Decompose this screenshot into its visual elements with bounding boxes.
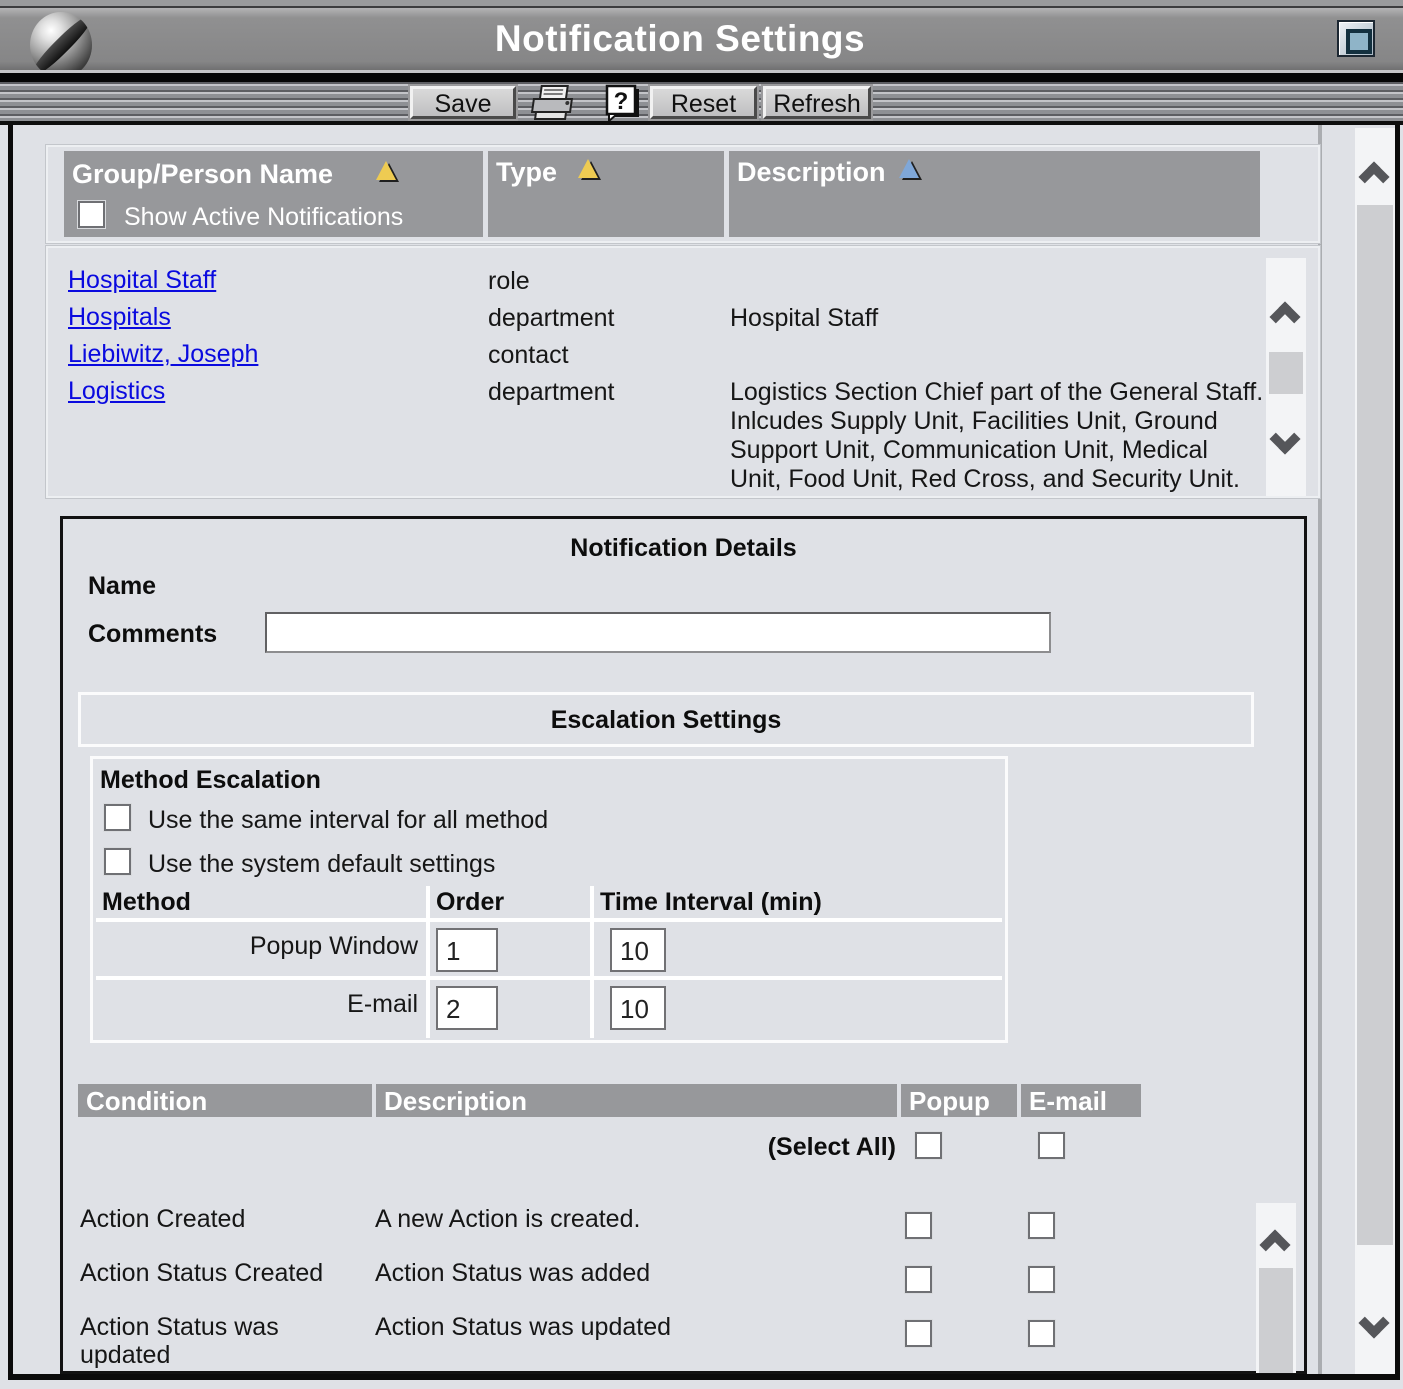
order-input[interactable] bbox=[436, 986, 498, 1030]
group-description: Hospital Staff bbox=[730, 304, 878, 333]
name-label: Name bbox=[88, 572, 156, 601]
method-name: Popup Window bbox=[250, 932, 418, 961]
scrollbar-thumb[interactable] bbox=[1269, 352, 1303, 394]
reset-button[interactable]: Reset bbox=[650, 86, 757, 119]
refresh-button[interactable]: Refresh bbox=[763, 86, 871, 119]
order-header-label: Order bbox=[436, 888, 504, 917]
column-header-description[interactable]: Description bbox=[729, 151, 1260, 237]
comments-label: Comments bbox=[88, 620, 217, 649]
popup-column-header[interactable]: Popup bbox=[901, 1084, 1017, 1117]
print-icon[interactable] bbox=[526, 84, 582, 122]
order-input[interactable] bbox=[436, 928, 498, 972]
system-default-checkbox[interactable] bbox=[104, 848, 131, 875]
escalation-settings-title: Escalation Settings bbox=[78, 706, 1254, 735]
select-all-popup-checkbox[interactable] bbox=[915, 1132, 942, 1159]
condition-name: Action Created bbox=[80, 1205, 365, 1234]
condition-description: A new Action is created. bbox=[375, 1205, 895, 1234]
group-link[interactable]: Liebiwitz, Joseph bbox=[68, 340, 258, 369]
comments-input[interactable] bbox=[265, 612, 1051, 653]
content-left-border bbox=[8, 125, 13, 1378]
description-column-header[interactable]: Description bbox=[376, 1084, 897, 1117]
condition-name: Action Status Created bbox=[80, 1259, 365, 1288]
condition-name: Action Status was updated bbox=[80, 1313, 330, 1369]
select-all-label: (Select All) bbox=[600, 1133, 896, 1162]
popup-checkbox[interactable] bbox=[905, 1320, 932, 1347]
show-active-notifications-checkbox[interactable] bbox=[78, 201, 105, 228]
window-right-border bbox=[1395, 125, 1400, 1380]
help-icon[interactable]: ? bbox=[603, 84, 645, 122]
condition-description: Action Status was updated bbox=[375, 1313, 895, 1342]
same-interval-label: Use the same interval for all method bbox=[148, 806, 548, 835]
condition-column-header[interactable]: Condition bbox=[78, 1084, 372, 1117]
same-interval-checkbox[interactable] bbox=[104, 804, 131, 831]
condition-description: Action Status was added bbox=[375, 1259, 895, 1288]
popup-checkbox[interactable] bbox=[905, 1266, 932, 1293]
group-person-name-header-label: Group/Person Name bbox=[72, 159, 333, 190]
method-escalation-label: Method Escalation bbox=[100, 766, 321, 795]
scrollbar-thumb[interactable] bbox=[1357, 205, 1393, 1245]
titlebar-separator bbox=[0, 73, 1403, 82]
group-link[interactable]: Hospital Staff bbox=[68, 266, 216, 295]
system-default-label: Use the system default settings bbox=[148, 850, 495, 879]
email-checkbox[interactable] bbox=[1028, 1212, 1055, 1239]
group-type: contact bbox=[488, 341, 569, 370]
notification-details-title: Notification Details bbox=[60, 534, 1307, 563]
maximize-icon bbox=[1346, 29, 1372, 54]
method-table: Method Order Time Interval (min) Popup W… bbox=[96, 886, 1002, 1038]
show-active-notifications-label: Show Active Notifications bbox=[124, 203, 403, 232]
group-type: department bbox=[488, 378, 614, 407]
content-bottom-border bbox=[8, 1374, 1400, 1380]
order-cell bbox=[430, 980, 590, 1038]
method-cell: E-mail bbox=[96, 980, 426, 1038]
email-checkbox[interactable] bbox=[1028, 1266, 1055, 1293]
window-top-edge bbox=[0, 0, 1403, 8]
group-type: department bbox=[488, 304, 614, 333]
method-cell: Popup Window bbox=[96, 922, 426, 976]
order-header-cell: Order bbox=[430, 886, 590, 918]
group-link[interactable]: Logistics bbox=[68, 377, 165, 406]
save-button[interactable]: Save bbox=[410, 86, 516, 119]
method-name: E-mail bbox=[347, 990, 418, 1019]
group-link[interactable]: Hospitals bbox=[68, 303, 171, 332]
notification-settings-window: { "window": { "title": "Notification Set… bbox=[0, 0, 1403, 1389]
toolbar-separator bbox=[0, 121, 1403, 125]
email-checkbox[interactable] bbox=[1028, 1320, 1055, 1347]
order-cell bbox=[430, 922, 590, 976]
method-header-label: Method bbox=[102, 888, 191, 917]
interval-cell bbox=[594, 980, 1002, 1038]
interval-header-cell: Time Interval (min) bbox=[594, 886, 1002, 918]
maximize-button[interactable] bbox=[1337, 20, 1375, 57]
interval-header-label: Time Interval (min) bbox=[600, 888, 822, 917]
group-type: role bbox=[488, 267, 530, 296]
email-column-header[interactable]: E-mail bbox=[1021, 1084, 1141, 1117]
column-header-group-person-name[interactable]: Group/Person Name Show Active Notificati… bbox=[64, 151, 483, 237]
type-header-label: Type bbox=[496, 157, 557, 188]
sort-asc-icon[interactable] bbox=[376, 161, 396, 180]
interval-input[interactable] bbox=[610, 986, 666, 1030]
sort-asc-icon[interactable] bbox=[899, 159, 919, 178]
group-description: Logistics Section Chief part of the Gene… bbox=[730, 378, 1264, 494]
interval-cell bbox=[594, 922, 1002, 976]
sort-asc-icon[interactable] bbox=[578, 159, 598, 178]
column-header-type[interactable]: Type bbox=[488, 151, 724, 237]
scrollbar-thumb[interactable] bbox=[1259, 1268, 1293, 1373]
svg-text:?: ? bbox=[614, 88, 629, 115]
description-header-label: Description bbox=[737, 157, 886, 188]
window-title: Notification Settings bbox=[0, 8, 1360, 70]
popup-checkbox[interactable] bbox=[905, 1212, 932, 1239]
interval-input[interactable] bbox=[610, 928, 666, 972]
method-header-cell: Method bbox=[96, 886, 426, 918]
select-all-email-checkbox[interactable] bbox=[1038, 1132, 1065, 1159]
